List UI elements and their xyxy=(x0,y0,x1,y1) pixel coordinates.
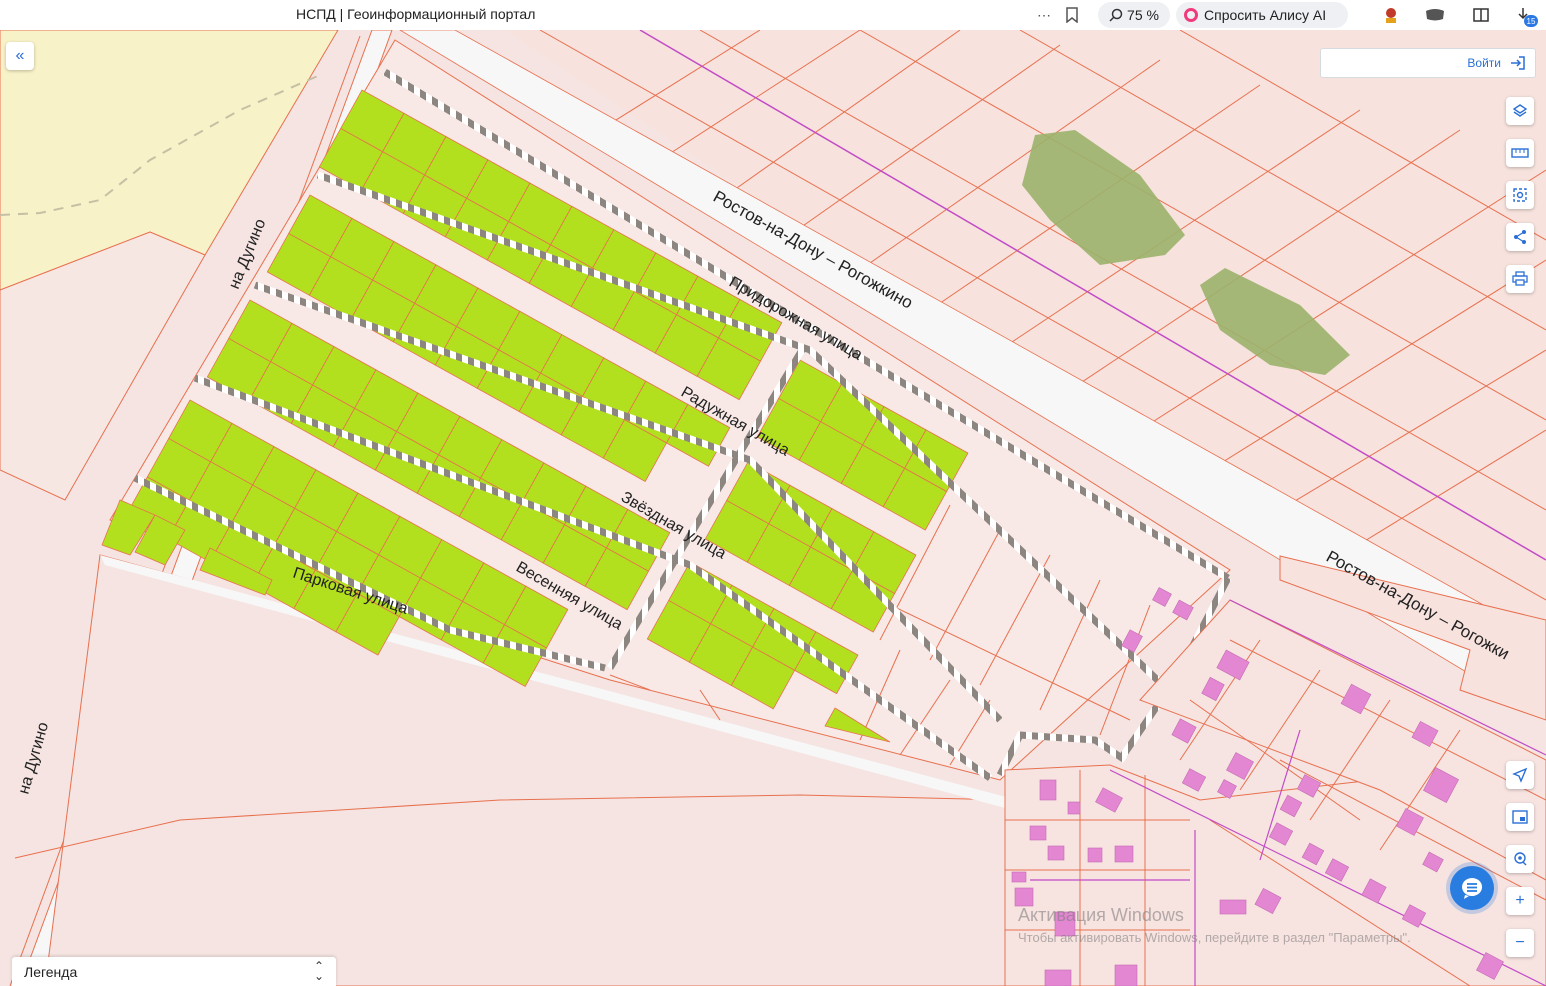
downloads-badge: 15 xyxy=(1524,15,1538,27)
zoom-in-button[interactable]: + xyxy=(1506,887,1534,915)
alice-icon xyxy=(1184,8,1198,22)
locate-button[interactable] xyxy=(1506,761,1534,789)
alice-button[interactable]: Спросить Алису AI xyxy=(1176,2,1348,28)
browser-topbar: НСПД | Геоинформационный портал ⋯ 75 % С… xyxy=(0,0,1546,30)
extension-avatar-icon[interactable] xyxy=(1380,4,1402,26)
ruler-button[interactable] xyxy=(1506,139,1534,167)
collapse-panel-button[interactable]: « xyxy=(6,42,34,70)
extension-icon[interactable] xyxy=(1424,4,1446,26)
login-label: Войти xyxy=(1467,56,1501,70)
layers-button[interactable] xyxy=(1506,97,1534,125)
minus-icon: − xyxy=(1515,934,1525,951)
zoom-level: 75 % xyxy=(1127,7,1159,23)
zoom-button[interactable]: 75 % xyxy=(1098,2,1170,28)
cadastral-map[interactable]: на Дугино на Дугино Ростов-на-Дону – Рог… xyxy=(0,30,1546,986)
login-box[interactable]: Войти xyxy=(1320,48,1536,78)
layers-icon xyxy=(1512,104,1528,117)
minimap-button[interactable] xyxy=(1506,803,1534,831)
windows-watermark-text: Чтобы активировать Windows, перейдите в … xyxy=(1018,930,1411,945)
search-icon xyxy=(1109,8,1123,22)
alice-label: Спросить Алису AI xyxy=(1204,7,1327,23)
share-button[interactable] xyxy=(1506,223,1534,251)
location-arrow-icon xyxy=(1512,767,1528,783)
page-title: НСПД | Геоинформационный портал xyxy=(296,6,536,22)
chat-button[interactable] xyxy=(1450,866,1494,910)
legend-label: Легенда xyxy=(24,964,78,980)
zoom-out-button[interactable]: − xyxy=(1506,929,1534,957)
print-icon xyxy=(1512,271,1528,286)
select-area-button[interactable] xyxy=(1506,181,1534,209)
chat-icon xyxy=(1462,878,1483,899)
windows-watermark-title: Активация Windows xyxy=(1018,905,1184,925)
minimap-icon xyxy=(1512,810,1528,824)
select-area-icon xyxy=(1513,188,1527,202)
split-view-icon[interactable] xyxy=(1470,4,1492,26)
ruler-icon xyxy=(1511,148,1529,158)
chevron-updown-icon: ⌃ ⌄ xyxy=(313,959,324,983)
legend-panel[interactable]: Легенда ⌃ ⌄ xyxy=(12,957,336,986)
more-icon[interactable]: ⋯ xyxy=(1034,4,1054,26)
login-icon xyxy=(1511,56,1525,70)
share-icon xyxy=(1514,230,1526,244)
print-button[interactable] xyxy=(1506,265,1534,293)
plus-icon: + xyxy=(1515,892,1525,909)
geolocation-icon xyxy=(1514,852,1527,866)
bookmark-icon[interactable] xyxy=(1062,4,1082,26)
geolocation-button[interactable] xyxy=(1506,845,1534,873)
